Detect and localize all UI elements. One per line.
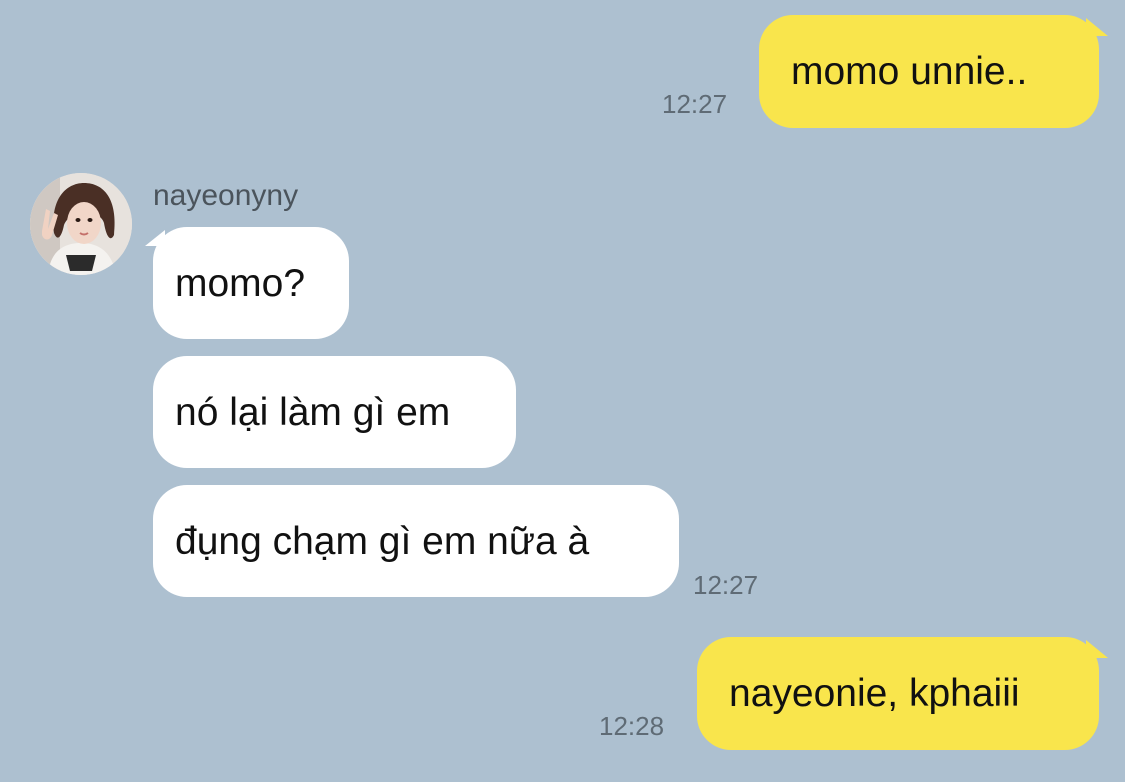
- message-bubble-received[interactable]: momo?: [153, 227, 349, 339]
- message-text: đụng chạm gì em nữa à: [175, 519, 590, 563]
- profile-photo-icon: [30, 173, 132, 275]
- message-bubble-sent[interactable]: momo unnie..: [759, 15, 1099, 128]
- message-bubble-sent[interactable]: nayeonie, kphaiii: [697, 637, 1099, 750]
- message-text: momo unnie..: [791, 50, 1028, 93]
- message-time: 12:28: [599, 711, 665, 741]
- message-bubble-received[interactable]: nó lại làm gì em: [153, 356, 516, 468]
- message-text: nayeonie, kphaiii: [729, 672, 1020, 715]
- message-time: 12:27: [662, 89, 728, 119]
- sender-name: nayeonyny: [153, 179, 299, 212]
- message-bubble-received[interactable]: đụng chạm gì em nữa à: [153, 485, 679, 597]
- avatar[interactable]: [30, 173, 132, 275]
- message-time: 12:27: [693, 570, 759, 600]
- chat-view[interactable]: momo unnie.. 12:27 nayeonyny momo? nó lạ…: [0, 0, 1125, 782]
- message-text: nó lại làm gì em: [175, 390, 451, 434]
- message-text: momo?: [175, 261, 306, 305]
